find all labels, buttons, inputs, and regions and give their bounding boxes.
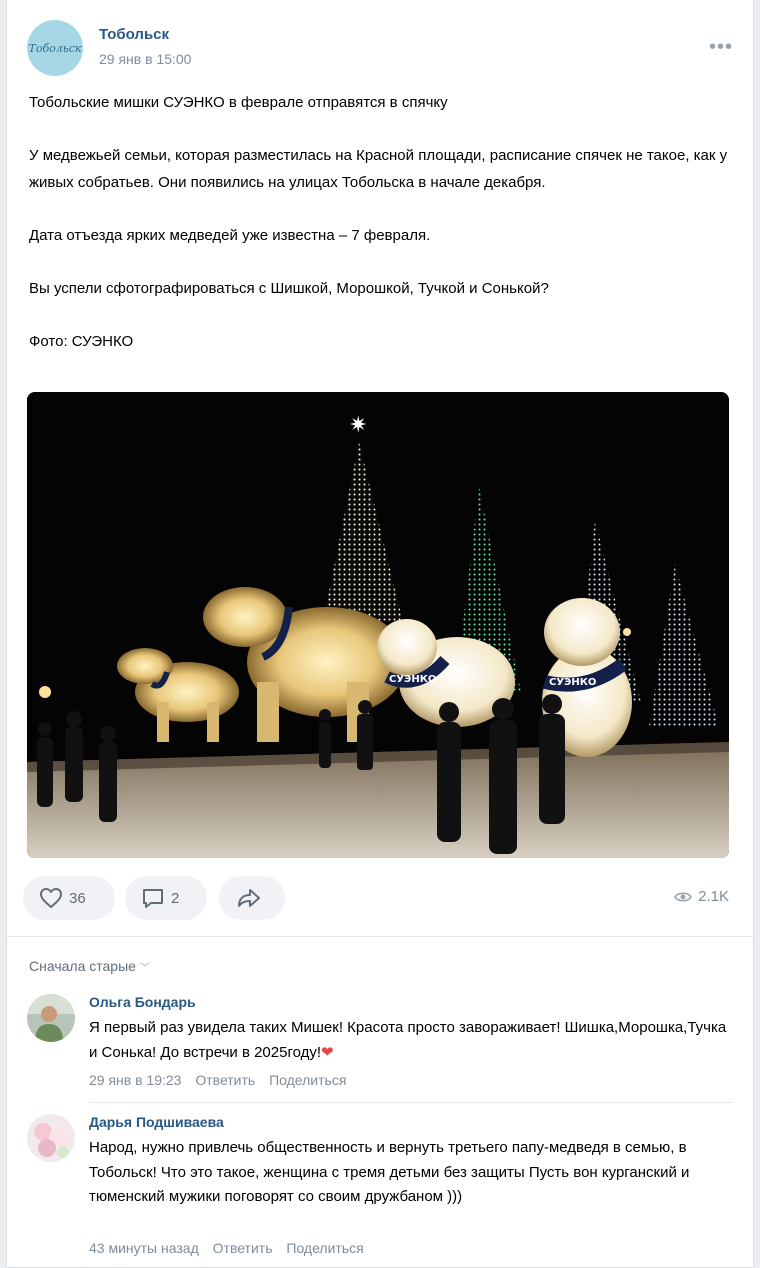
comment-icon <box>143 889 163 908</box>
comment-item: Дарья Подшиваева Народ, нужно привлечь о… <box>27 1114 733 1256</box>
post-paragraph: Вы успели сфотографироваться с Шишкой, М… <box>29 279 549 297</box>
commenter-avatar[interactable] <box>27 994 75 1042</box>
post-photo-credit: Фото: СУЭНКО <box>29 332 134 350</box>
comment-item: Ольга Бондарь Я первый раз увидела таких… <box>27 994 733 1103</box>
sort-label: Сначала старые <box>29 958 136 974</box>
comment-text: Народ, нужно привлечь общественность и в… <box>89 1139 690 1205</box>
post-text: Тобольские мишки СУЭНКО в феврале отправ… <box>29 90 729 382</box>
bears-night-scene-image: ✷ СУЭНКО СУЭНКО <box>27 392 729 858</box>
collar-label: СУЭНКО <box>389 674 436 685</box>
post-paragraph: Дата отъезда ярких медведей уже известна… <box>29 226 431 244</box>
post-date[interactable]: 29 янв в 15:00 <box>99 51 191 67</box>
svg-text:✷: ✷ <box>349 413 367 438</box>
like-button[interactable]: 36 <box>23 876 115 920</box>
post-paragraph: У медвежьей семьи, которая разместилась … <box>29 147 728 191</box>
eye-icon <box>674 891 693 902</box>
share-arrow-icon <box>238 889 260 907</box>
share-link[interactable]: Поделиться <box>286 1240 363 1256</box>
post-paragraph-title: Тобольские мишки СУЭНКО в феврале отправ… <box>29 94 448 111</box>
post-card: Тобольск Тобольск 29 янв в 15:00 ••• Тоб… <box>6 0 754 1268</box>
divider <box>7 936 753 937</box>
group-avatar-logo: Тобольск <box>28 41 82 55</box>
post-actions-bar: 36 2 2.1K <box>23 876 733 920</box>
like-count: 36 <box>69 889 86 907</box>
comment-meta: 29 янв в 19:23 Ответить Поделиться <box>89 1072 356 1088</box>
comment-meta: 43 минуты назад Ответить Поделиться <box>89 1240 374 1256</box>
post-photo[interactable]: ✷ СУЭНКО СУЭНКО <box>27 392 729 858</box>
heart-icon <box>40 888 62 908</box>
comment-author-link[interactable]: Ольга Бондарь <box>89 994 196 1010</box>
reply-link[interactable]: Ответить <box>195 1072 255 1088</box>
comment-count: 2 <box>171 889 180 907</box>
group-name-link[interactable]: Тобольск <box>99 26 169 43</box>
comment-time[interactable]: 29 янв в 19:23 <box>89 1072 181 1088</box>
comment-time[interactable]: 43 минуты назад <box>89 1240 199 1256</box>
share-link[interactable]: Поделиться <box>269 1072 346 1088</box>
divider <box>89 1102 733 1103</box>
chevron-down-icon: ﹀ <box>139 963 150 974</box>
views-count: 2.1K <box>698 888 729 905</box>
commenter-avatar[interactable] <box>27 1114 75 1162</box>
comment-text: Я первый раз увидела таких Мишек! Красот… <box>89 1019 727 1061</box>
views-counter: 2.1K <box>674 888 729 905</box>
heart-emoji-icon: ❤ <box>321 1043 334 1061</box>
group-avatar[interactable]: Тобольск <box>27 20 83 76</box>
more-options-icon[interactable]: ••• <box>709 36 733 59</box>
reply-link[interactable]: Ответить <box>213 1240 273 1256</box>
post-header: Тобольск Тобольск 29 янв в 15:00 ••• <box>27 20 737 76</box>
comment-author-link[interactable]: Дарья Подшиваева <box>89 1114 224 1130</box>
share-button[interactable] <box>219 876 285 920</box>
comments-sort-dropdown[interactable]: Сначала старые ﹀ <box>29 958 150 974</box>
collar-label: СУЭНКО <box>549 677 596 688</box>
comment-button[interactable]: 2 <box>125 876 207 920</box>
